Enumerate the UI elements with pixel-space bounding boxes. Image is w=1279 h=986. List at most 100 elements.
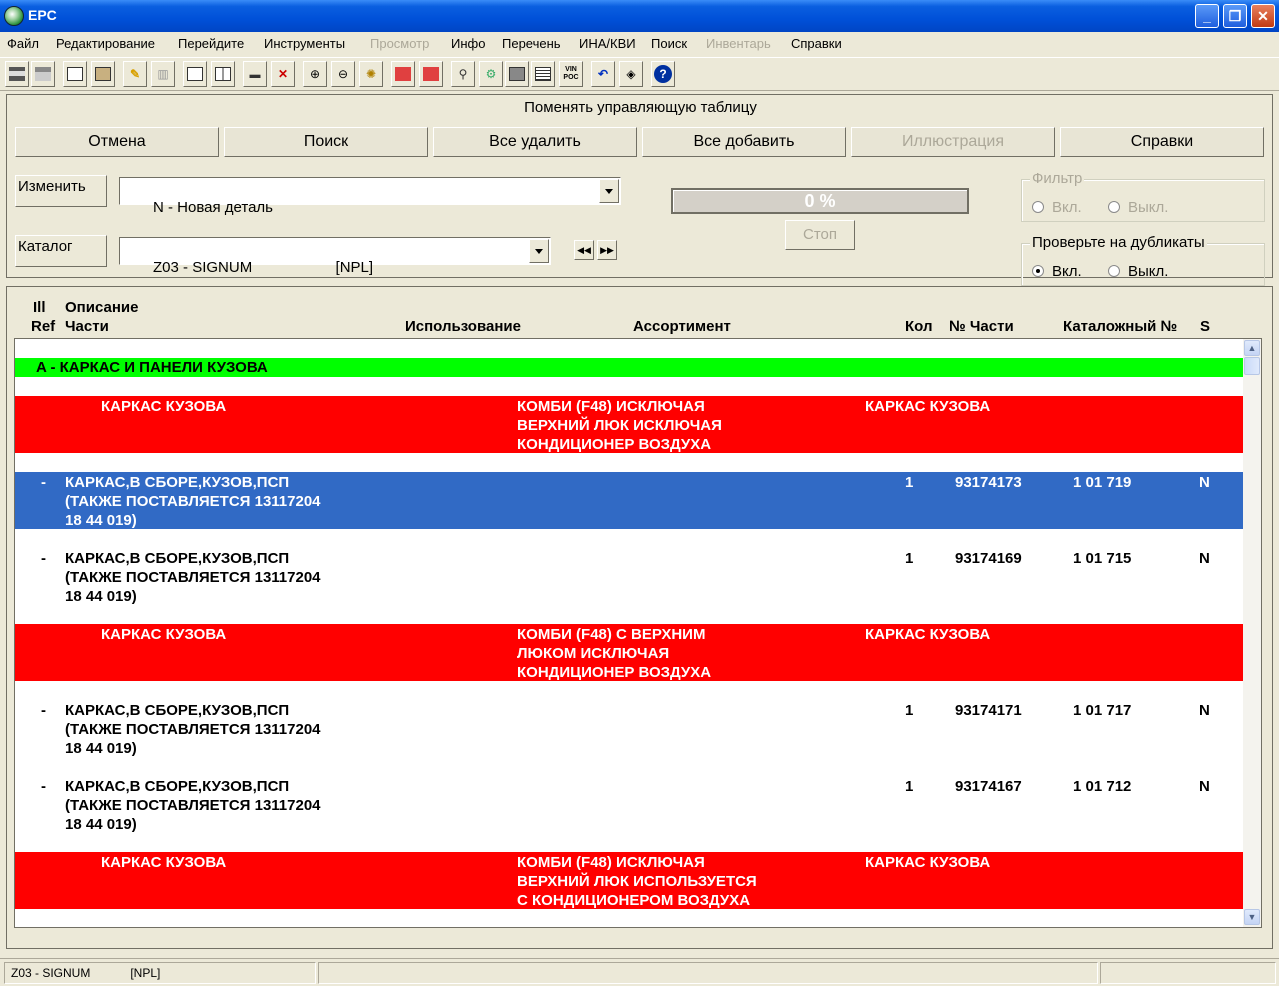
duplicates-label: Проверьте на дубликаты [1030, 234, 1207, 251]
row-s: N [1199, 550, 1210, 567]
monitor-button[interactable] [505, 61, 529, 87]
close-icon: ✕ [1257, 8, 1269, 24]
radio-icon [1108, 201, 1120, 213]
page-button[interactable] [183, 61, 207, 87]
title-bar[interactable]: EPC _ ❐ ✕ [0, 0, 1279, 32]
gears-button[interactable]: ⚙ [479, 61, 503, 87]
undo-button[interactable]: ↶ [591, 61, 615, 87]
toolbar: ✎ ▥ ▬ ✕ ⊕ ⊖ ✺ ⚲ ⚙ VIN POC ↶ ◈ ? [0, 57, 1279, 91]
duplicates-on-radio[interactable]: Вкл. [1032, 263, 1082, 280]
list-button[interactable] [531, 61, 555, 87]
menu-file[interactable]: Файл [7, 36, 39, 51]
print-preview-button[interactable] [31, 61, 55, 87]
menu-info[interactable]: Инфо [451, 36, 485, 51]
add-all-button[interactable]: Все добавить [642, 127, 846, 157]
paste-button[interactable] [91, 61, 115, 87]
flag-down-icon [423, 67, 439, 81]
parts-list[interactable]: A - КАРКАС И ПАНЕЛИ КУЗОВА КАРКАС КУЗОВА… [14, 338, 1262, 928]
scroll-thumb[interactable] [1244, 357, 1260, 375]
row-catalog-number: 1 01 717 [1073, 702, 1132, 719]
filter-on-radio[interactable]: Вкл. [1032, 199, 1082, 216]
menu-goto[interactable]: Перейдите [178, 36, 244, 51]
menu-inventory[interactable]: Инвентарь [706, 36, 771, 51]
row-description: КАРКАС,В СБОРЕ,КУЗОВ,ПСП (ТАКЖЕ ПОСТАВЛЯ… [65, 550, 321, 605]
scroll-up-button[interactable]: ▲ [1244, 340, 1260, 356]
print-button[interactable] [5, 61, 29, 87]
vin-poc-button[interactable]: VIN POC [559, 61, 583, 87]
maximize-button[interactable]: ❐ [1223, 4, 1247, 28]
duplicates-off-radio[interactable]: Выкл. [1108, 263, 1168, 280]
filter-group: Фильтр Вкл. Выкл. [1021, 170, 1265, 222]
menu-search[interactable]: Поиск [651, 36, 687, 51]
table-row[interactable]: - КАРКАС,В СБОРЕ,КУЗОВ,ПСП (ТАКЖЕ ПОСТАВ… [15, 700, 1243, 757]
gears-icon: ⚙ [485, 67, 497, 81]
monitor-icon [509, 67, 525, 81]
status-catalog: Z03 - SIGNUM [NPL] [4, 962, 316, 984]
paste-icon [95, 67, 111, 81]
undo-icon: ↶ [597, 67, 609, 81]
table-row[interactable]: - КАРКАС,В СБОРЕ,КУЗОВ,ПСП (ТАКЖЕ ПОСТАВ… [15, 548, 1243, 605]
car-button[interactable]: ▬ [243, 61, 267, 87]
help-icon: ? [654, 65, 672, 83]
zoom-fit-button[interactable]: ✺ [359, 61, 383, 87]
menu-edit[interactable]: Редактирование [56, 36, 155, 51]
rewind-icon: ◀◀ [577, 245, 591, 255]
table-row[interactable]: - КАРКАС,В СБОРЕ,КУЗОВ,ПСП (ТАКЖЕ ПОСТАВ… [15, 776, 1243, 833]
row-part-number: 93174169 [955, 550, 1022, 567]
menu-tools[interactable]: Инструменты [264, 36, 345, 51]
panel-title: Поменять управляющую таблицу [524, 99, 757, 116]
search-button[interactable]: Поиск [224, 127, 428, 157]
prev-catalog-button[interactable]: ◀◀ [574, 240, 594, 260]
row-qty: 1 [905, 702, 914, 719]
cross-button[interactable]: ✕ [271, 61, 295, 87]
vin-poc-icon: VIN POC [563, 66, 579, 81]
radio-selected-icon [1032, 265, 1044, 277]
progress-bar: 0 % [671, 188, 969, 214]
flag-up-button[interactable] [391, 61, 415, 87]
vertical-scrollbar[interactable]: ▲ ▼ [1243, 339, 1261, 927]
group-row[interactable]: КАРКАС КУЗОВА КОМБИ (F48) С ВЕРХНИМ ЛЮКО… [15, 624, 1243, 681]
catalog-select[interactable]: Z03 - SIGNUM [NPL] [119, 237, 551, 276]
illustration-button[interactable]: Иллюстрация [851, 127, 1055, 157]
group-row[interactable]: КАРКАС КУЗОВА КОМБИ (F48) ИСКЛЮЧАЯ ВЕРХН… [15, 852, 1243, 909]
copy-button[interactable] [63, 61, 87, 87]
scroll-down-button[interactable]: ▼ [1244, 909, 1260, 925]
menu-ina-kvi[interactable]: ИНА/КВИ [579, 36, 636, 51]
delete-button[interactable]: ▥ [151, 61, 175, 87]
book-button[interactable] [211, 61, 235, 87]
minimize-button[interactable]: _ [1195, 4, 1219, 28]
zoom-out-button[interactable]: ⊖ [331, 61, 355, 87]
layers-button[interactable]: ◈ [619, 61, 643, 87]
cross-icon: ✕ [277, 67, 289, 81]
row-qty: 1 [905, 474, 914, 491]
help-button[interactable]: ? [651, 61, 675, 87]
change-select[interactable]: N - Новая деталь [119, 177, 621, 216]
chevron-down-icon[interactable] [599, 179, 619, 203]
col-assortment: Ассортимент [633, 318, 731, 335]
row-part-number: 93174171 [955, 702, 1022, 719]
menu-bar: Файл Редактирование Перейдите Инструмент… [0, 33, 1279, 55]
zoom-in-button[interactable]: ⊕ [303, 61, 327, 87]
flashlight-button[interactable]: ⚲ [451, 61, 475, 87]
edit-button[interactable]: ✎ [123, 61, 147, 87]
stop-button[interactable]: Стоп [785, 220, 855, 250]
remove-all-button[interactable]: Все удалить [433, 127, 637, 157]
row-catalog-number: 1 01 712 [1073, 778, 1132, 795]
col-description: Описание [65, 299, 139, 316]
chevron-down-icon[interactable] [529, 239, 549, 263]
section-row[interactable]: A - КАРКАС И ПАНЕЛИ КУЗОВА [15, 358, 1243, 377]
group-row[interactable]: КАРКАС КУЗОВА КОМБИ (F48) ИСКЛЮЧАЯ ВЕРХН… [15, 396, 1243, 453]
next-catalog-button[interactable]: ▶▶ [597, 240, 617, 260]
close-button[interactable]: ✕ [1251, 4, 1275, 28]
flag-down-button[interactable] [419, 61, 443, 87]
menu-view[interactable]: Просмотр [370, 36, 429, 51]
menu-help[interactable]: Справки [791, 36, 842, 51]
duplicates-group: Проверьте на дубликаты Вкл. Выкл. [1021, 234, 1265, 286]
table-row-selected[interactable]: - КАРКАС,В СБОРЕ,КУЗОВ,ПСП (ТАКЖЕ ПОСТАВ… [15, 472, 1243, 529]
minimize-icon: _ [1203, 8, 1211, 24]
menu-list[interactable]: Перечень [502, 36, 561, 51]
help-button-panel[interactable]: Справки [1060, 127, 1264, 157]
filter-off-radio[interactable]: Выкл. [1108, 199, 1168, 216]
cancel-button[interactable]: Отмена [15, 127, 219, 157]
row-s: N [1199, 474, 1210, 491]
